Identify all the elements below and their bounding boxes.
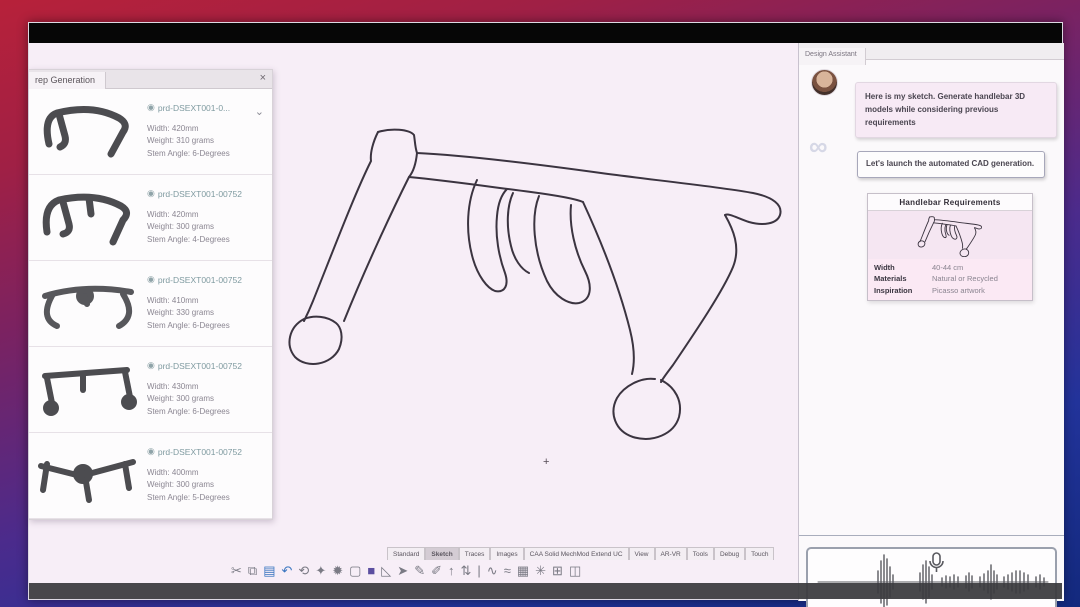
pen-icon[interactable]: ✎ [414,561,425,577]
model-stem-angle: Stem Angle: 5-Degrees [147,492,266,504]
model-list-item[interactable]: ◉prd-DSEXT001-00752 Width: 420mm Weight:… [29,175,272,261]
part-icon: ◉ [147,360,155,371]
star-tool-icon[interactable]: ✦ [315,561,326,577]
requirement-label: Materials [874,273,932,284]
model-name: prd-DSEXT001-0... [158,103,230,113]
model-width: Width: 410mm [147,295,266,307]
requirement-value: Natural or Recycled [932,273,1026,284]
swatch-icon[interactable]: ■ [367,561,375,577]
model-stem-angle: Stem Angle: 6-Degrees [147,406,266,418]
model-width: Width: 430mm [147,381,266,393]
model-width: Width: 420mm [147,123,266,135]
model-list-item[interactable]: ◉prd-DSEXT001-00752 Width: 430mm Weight:… [29,347,272,433]
model-weight: Weight: 330 grams [147,307,266,319]
model-weight: Weight: 310 grams [147,135,266,147]
panel-grid-icon[interactable]: ⊞ [552,561,563,577]
paste-icon[interactable]: ▤ [263,561,275,577]
panel-divider [799,535,1064,536]
arrow-up-icon[interactable]: ↑ [448,561,455,577]
model-thumbnail [29,354,147,425]
tab-sketch[interactable]: Sketch [425,547,458,560]
part-icon: ◉ [147,274,155,285]
model-name: prd-DSEXT001-00752 [158,447,242,457]
toolbar-icon-row: ✂ ⧉ ▤ ↶ ⟲ ✦ ✹ ▢ ■ ◺ ➤ ✎ ✐ ↑ ⇅ | ∿ ≈ ▦ ✳ … [231,561,799,577]
video-scrubber-bar[interactable] [29,583,1062,599]
model-list-item[interactable]: ◉prd-DSEXT001-0... Width: 420mm Weight: … [29,89,272,175]
handlebar-sketch [281,101,791,441]
tab-images[interactable]: Images [490,547,523,560]
model-list-item[interactable]: ◉prd-DSEXT001-00752 Width: 410mm Weight:… [29,261,272,347]
model-thumbnail [29,96,147,167]
assistant-avatar-icon: ∞ [809,131,828,162]
part-icon: ◉ [147,188,155,199]
pencil-icon[interactable]: ✐ [431,561,442,577]
spline-icon[interactable]: ∿ [487,561,498,577]
stack-icon[interactable]: ◫ [569,561,581,577]
model-weight: Weight: 300 grams [147,393,266,405]
new-sheet-icon[interactable]: ▢ [349,561,361,577]
requirements-title: Handlebar Requirements [868,194,1032,211]
design-assistant-panel: Design Assistant Here is my sketch. Gene… [798,43,1064,601]
close-icon[interactable]: × [260,72,266,84]
cut-icon[interactable]: ✂ [231,561,242,577]
undo-icon[interactable]: ↶ [282,561,293,577]
tab-debug[interactable]: Debug [714,547,745,560]
model-weight: Weight: 300 grams [147,479,266,491]
line-tool-icon[interactable]: | [477,561,480,577]
part-icon: ◉ [147,446,155,457]
arrow-swap-icon[interactable]: ⇅ [461,561,472,577]
model-stem-angle: Stem Angle: 6-Degrees [147,148,266,160]
model-width: Width: 400mm [147,467,266,479]
wave-icon[interactable]: ≈ [504,561,511,577]
triangle-select-icon[interactable]: ◺ [381,561,391,577]
handlebar-requirements-card: Handlebar Requirements Width 40-44 cm Ma… [867,193,1033,301]
rep-generation-header: rep Generation × [29,70,272,89]
requirement-label: Inspiration [874,285,932,296]
requirement-row: Width 40-44 cm [868,262,1032,273]
model-thumbnail [29,182,147,253]
tab-ar-vr[interactable]: AR-VR [655,547,687,560]
requirement-label: Width [874,262,932,273]
design-assistant-tab[interactable]: Design Assistant [799,48,866,65]
pointer-icon[interactable]: ➤ [397,561,408,577]
model-name: prd-DSEXT001-00752 [158,361,242,371]
model-name: prd-DSEXT001-00752 [158,189,242,199]
requirement-row: Materials Natural or Recycled [868,273,1032,284]
tab-caa-solid-mechmod[interactable]: CAA Solid MechMod Extend UC [524,547,629,560]
grid-icon[interactable]: ▦ [517,561,529,577]
canvas-crosshair: + [543,456,549,468]
tab-view[interactable]: View [629,547,655,560]
model-weight: Weight: 300 grams [147,221,266,233]
tab-touch[interactable]: Touch [745,547,774,560]
requirement-value: 40-44 cm [932,262,1026,273]
history-icon[interactable]: ⟲ [298,561,309,577]
part-icon: ◉ [147,102,155,113]
tab-tools[interactable]: Tools [687,547,714,560]
window-title-bar [29,23,1062,43]
tab-traces[interactable]: Traces [459,547,491,560]
model-stem-angle: Stem Angle: 4-Degrees [147,234,266,246]
model-list-item[interactable]: ◉prd-DSEXT001-00752 Width: 400mm Weight:… [29,433,272,519]
requirement-value: Picasso artwork [932,285,1026,296]
cad-app-window: + rep Generation × ◉prd-DSEXT001-0... Wi… [28,22,1063,600]
copy-icon[interactable]: ⧉ [248,561,257,577]
model-thumbnail [29,268,147,339]
user-avatar [811,69,838,96]
model-stem-angle: Stem Angle: 6-Degrees [147,320,266,332]
rep-generation-panel: rep Generation × ◉prd-DSEXT001-0... Widt… [29,69,273,520]
tab-standard[interactable]: Standard [387,547,425,560]
microphone-icon [930,553,943,572]
chevron-down-icon[interactable]: ⌄ [255,105,264,118]
model-name: prd-DSEXT001-00752 [158,275,242,285]
snap-icon[interactable]: ✹ [332,561,343,577]
assistant-chat-message: Let's launch the automated CAD generatio… [857,151,1045,178]
user-chat-message: Here is my sketch. Generate handlebar 3D… [855,82,1057,138]
requirement-row: Inspiration Picasso artwork [868,285,1032,296]
requirements-sketch-thumbnail [868,211,1032,259]
model-width: Width: 420mm [147,209,266,221]
design-assistant-header: Design Assistant [799,43,1064,60]
model-thumbnail [29,440,147,511]
asterisk-tool-icon[interactable]: ✳ [535,561,546,577]
workbench-tab-bar: Standard Sketch Traces Images CAA Solid … [387,547,774,560]
